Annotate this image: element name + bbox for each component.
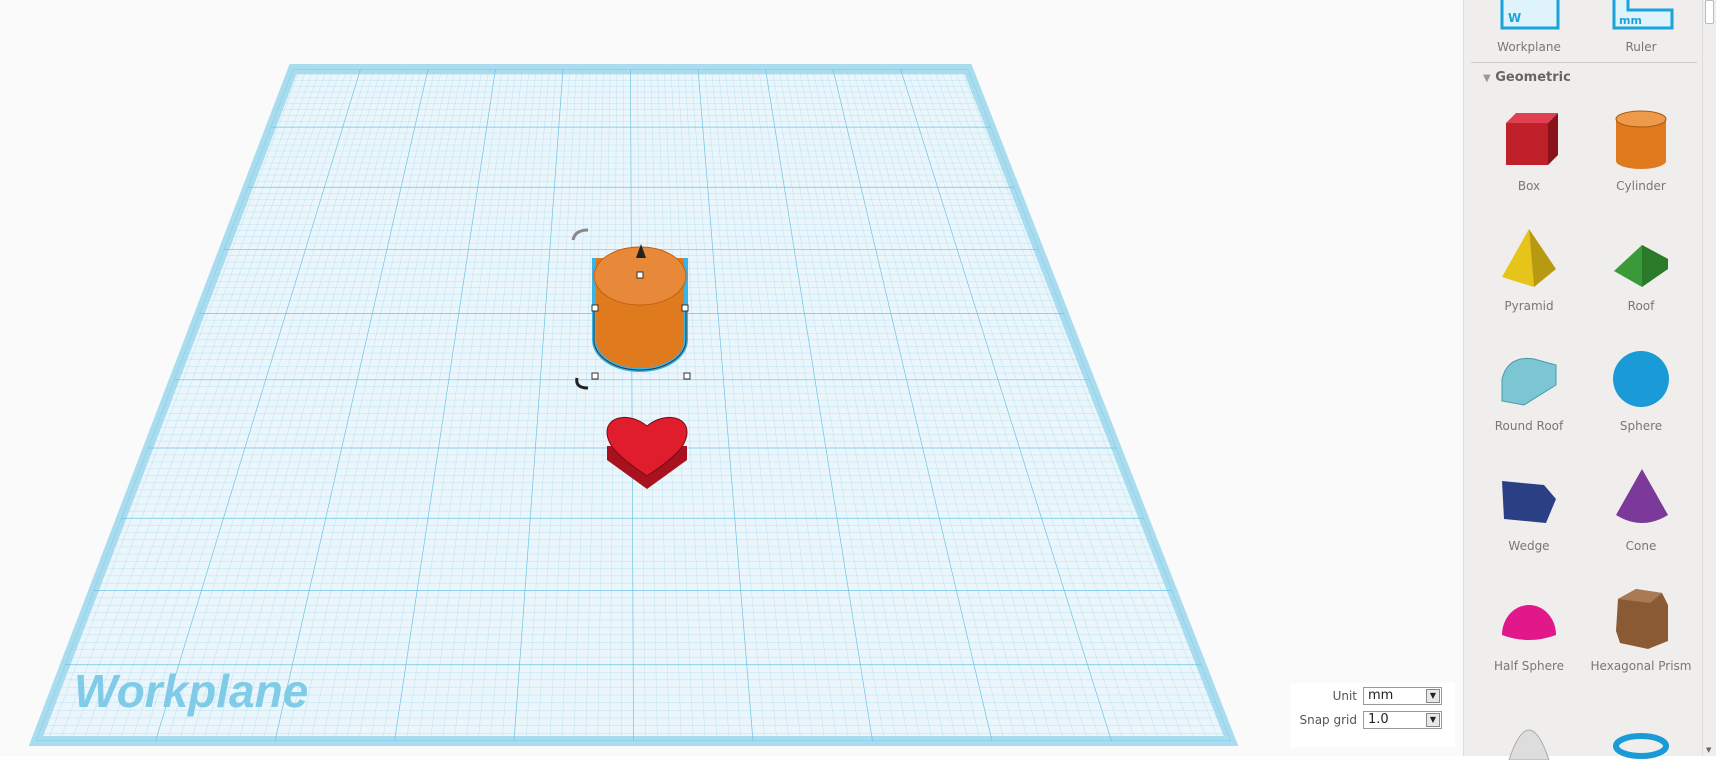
half-sphere-shape[interactable]: Half Sphere [1474, 585, 1584, 673]
hexagonal-prism-label: Hexagonal Prism [1590, 659, 1692, 673]
height-handle[interactable] [636, 271, 644, 279]
scrollbar-thumb[interactable] [1705, 0, 1714, 24]
section-header-geometric[interactable]: ▼ Geometric [1483, 70, 1571, 85]
ruler-helper-label: Ruler [1625, 40, 1657, 54]
round-roof-label: Round Roof [1494, 419, 1564, 433]
wedge-label: Wedge [1508, 539, 1550, 553]
torus-shape[interactable] [1586, 730, 1696, 766]
wedge-icon [1502, 481, 1556, 523]
sphere-label: Sphere [1619, 419, 1663, 433]
snap-grid-value: 1.0 [1368, 712, 1389, 727]
cylinder-icon [1615, 110, 1667, 169]
unit-value: mm [1368, 688, 1394, 703]
svg-text:W: W [1508, 11, 1521, 25]
cone-label: Cone [1625, 539, 1657, 553]
wedge-shape[interactable]: Wedge [1474, 465, 1584, 553]
half-sphere-icon [1502, 605, 1556, 640]
section-title: Geometric [1495, 70, 1571, 85]
snap-grid-label: Snap grid [1299, 713, 1357, 727]
pyramid-icon [1502, 229, 1556, 287]
workplane-icon: W [1500, 0, 1560, 30]
resize-handle[interactable] [591, 304, 599, 312]
divider [1471, 62, 1697, 63]
resize-handle[interactable] [683, 372, 691, 380]
paraboloid-shape[interactable] [1474, 720, 1584, 766]
resize-handle[interactable] [591, 372, 599, 380]
workplane-grid[interactable] [0, 0, 1463, 756]
round-roof-shape[interactable]: Round Roof [1474, 345, 1584, 433]
workplane-label: Workplane [74, 665, 309, 717]
pyramid-label: Pyramid [1504, 299, 1554, 313]
scrollbar[interactable]: ▼ [1702, 0, 1716, 756]
box-icon [1506, 113, 1558, 165]
ruler-icon: mm [1612, 0, 1674, 30]
cone-icon [1616, 469, 1668, 523]
shapes-sidebar: W Workplane mm Ruler ▼ Geometric Box Cyli… [1463, 0, 1716, 760]
box-shape[interactable]: Box [1474, 105, 1584, 193]
hexagonal-prism-shape[interactable]: Hexagonal Prism [1586, 585, 1696, 673]
half-sphere-label: Half Sphere [1493, 659, 1565, 673]
triangle-down-icon: ▼ [1483, 73, 1491, 84]
cylinder-label: Cylinder [1616, 179, 1666, 193]
box-label: Box [1517, 179, 1541, 193]
scroll-down-icon[interactable]: ▼ [1706, 746, 1711, 754]
workplane-helper-label: Workplane [1497, 40, 1561, 54]
resize-handle[interactable] [681, 304, 689, 312]
round-roof-icon [1501, 357, 1557, 406]
3d-viewport[interactable]: Workplane Unit mm ▼ Snap grid 1.0 ▼ [0, 0, 1463, 756]
paraboloid-icon [1508, 729, 1550, 760]
unit-label: Unit [1332, 689, 1357, 703]
cone-shape[interactable]: Cone [1586, 465, 1696, 553]
roof-shape[interactable]: Roof [1586, 225, 1696, 313]
settings-panel: Unit mm ▼ Snap grid 1.0 ▼ [1290, 683, 1455, 747]
workplane-helper[interactable]: W Workplane [1474, 0, 1584, 54]
chevron-down-icon[interactable]: ▼ [1426, 713, 1440, 727]
pyramid-shape[interactable]: Pyramid [1474, 225, 1584, 313]
snap-grid-select[interactable]: 1.0 ▼ [1363, 711, 1442, 729]
chevron-down-icon[interactable]: ▼ [1426, 689, 1440, 703]
roof-label: Roof [1627, 299, 1655, 313]
sphere-icon [1613, 351, 1669, 407]
sphere-shape[interactable]: Sphere [1586, 345, 1696, 433]
cylinder-shape[interactable]: Cylinder [1586, 105, 1696, 193]
svg-text:mm: mm [1619, 14, 1642, 27]
hexagonal-prism-icon [1616, 589, 1668, 649]
ruler-helper[interactable]: mm Ruler [1586, 0, 1696, 54]
roof-icon [1614, 245, 1668, 287]
unit-select[interactable]: mm ▼ [1363, 687, 1442, 705]
